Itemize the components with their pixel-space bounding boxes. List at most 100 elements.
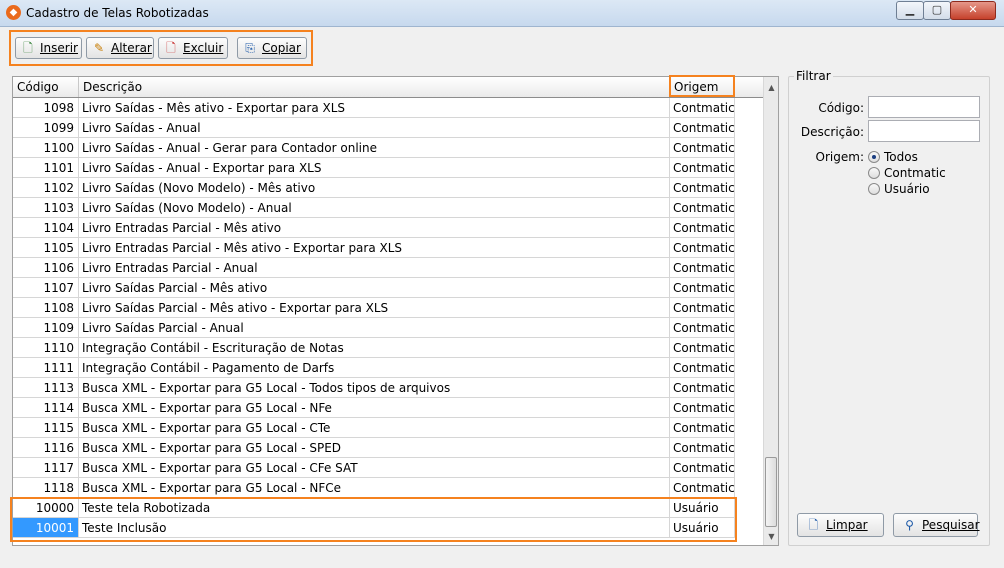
cell-code: 1113: [13, 378, 79, 397]
scrollbar-thumb[interactable]: [765, 457, 777, 527]
table-row[interactable]: 1109 Livro Saídas Parcial - Anual Contmati…: [13, 318, 735, 338]
cell-code: 1108: [13, 298, 79, 317]
origin-option-todos-label[interactable]: Todos: [884, 150, 918, 164]
table-row[interactable]: 1118 Busca XML - Exportar para G5 Local -…: [13, 478, 735, 498]
cell-origin: Contmatic: [670, 458, 735, 477]
edit-button-label: Alterar: [111, 41, 152, 55]
edit-button[interactable]: ✎ Alterar: [86, 37, 154, 59]
cell-code: 1110: [13, 338, 79, 357]
cell-description: Livro Saídas - Mês ativo - Exportar para…: [79, 98, 670, 117]
cell-code: 1102: [13, 178, 79, 197]
cell-description: Livro Saídas Parcial - Mês ativo - Expor…: [79, 298, 670, 317]
cell-origin: Contmatic: [670, 98, 735, 117]
cell-origin: Contmatic: [670, 118, 735, 137]
table-row[interactable]: 1103 Livro Saídas (Novo Modelo) - Anual Co…: [13, 198, 735, 218]
table-row[interactable]: 1100 Livro Saídas - Anual - Gerar para Co…: [13, 138, 735, 158]
table-row[interactable]: 1104 Livro Entradas Parcial - Mês ativo Co…: [13, 218, 735, 238]
eraser-icon: 🗋: [808, 518, 819, 532]
cell-origin: Contmatic: [670, 218, 735, 237]
cell-description: Busca XML - Exportar para G5 Local - CFe…: [79, 458, 670, 477]
cell-origin: Contmatic: [670, 318, 735, 337]
table-row[interactable]: 1114 Busca XML - Exportar para G5 Local -…: [13, 398, 735, 418]
cell-origin: Contmatic: [670, 398, 735, 417]
cell-origin: Contmatic: [670, 198, 735, 217]
cell-origin: Contmatic: [670, 278, 735, 297]
cell-description: Livro Saídas - Anual - Gerar para Contad…: [79, 138, 670, 157]
cell-origin: Contmatic: [670, 158, 735, 177]
cell-description: Integração Contábil - Escrituração de No…: [79, 338, 670, 357]
document-copy-icon: ⎘: [245, 41, 255, 55]
table-row[interactable]: 1117 Busca XML - Exportar para G5 Local -…: [13, 458, 735, 478]
table-row[interactable]: 1111 Integração Contábil - Pagamento de D…: [13, 358, 735, 378]
clear-button[interactable]: 🗋 Limpar: [797, 513, 884, 537]
title-bar: ◆ Cadastro de Telas Robotizadas ▁ ▢ ✕: [0, 0, 1004, 27]
copy-button[interactable]: ⎘ Copiar: [237, 37, 307, 59]
close-button[interactable]: ✕: [950, 1, 996, 20]
document-add-icon: 🗋: [23, 41, 33, 55]
table-row[interactable]: 1105 Livro Entradas Parcial - Mês ativo -…: [13, 238, 735, 258]
cell-description: Busca XML - Exportar para G5 Local - NFC…: [79, 478, 670, 497]
table-row[interactable]: 1102 Livro Saídas (Novo Modelo) - Mês ati…: [13, 178, 735, 198]
table-row[interactable]: 1106 Livro Entradas Parcial - Anual Contma…: [13, 258, 735, 278]
table-row[interactable]: 1099 Livro Saídas - Anual Contmatic: [13, 118, 735, 138]
table-row[interactable]: 1116 Busca XML - Exportar para G5 Local -…: [13, 438, 735, 458]
cell-origin: Contmatic: [670, 438, 735, 457]
cell-origin: Contmatic: [670, 338, 735, 357]
copy-button-label: Copiar: [262, 41, 301, 55]
cell-code: 1098: [13, 98, 79, 117]
insert-button[interactable]: 🗋 Inserir: [15, 37, 82, 59]
code-filter-input[interactable]: [868, 96, 980, 118]
window-title: Cadastro de Telas Robotizadas: [26, 6, 209, 20]
cell-code: 1099: [13, 118, 79, 137]
origin-option-contmatic-label[interactable]: Contmatic: [884, 166, 946, 180]
cell-origin: Contmatic: [670, 298, 735, 317]
table-row[interactable]: 1115 Busca XML - Exportar para G5 Local -…: [13, 418, 735, 438]
cell-code: 1115: [13, 418, 79, 437]
scroll-up-arrow-icon[interactable]: ▲: [764, 79, 778, 96]
origin-option-usuario-label[interactable]: Usuário: [884, 182, 930, 196]
minimize-button[interactable]: ▁: [896, 1, 924, 20]
cell-origin: Contmatic: [670, 138, 735, 157]
cell-code: 1109: [13, 318, 79, 337]
maximize-button[interactable]: ▢: [923, 1, 951, 20]
table-row[interactable]: 1113 Busca XML - Exportar para G5 Local -…: [13, 378, 735, 398]
table-row[interactable]: 1101 Livro Saídas - Anual - Exportar para…: [13, 158, 735, 178]
cell-description: Livro Saídas Parcial - Mês ativo: [79, 278, 670, 297]
column-header-code[interactable]: Código: [13, 77, 79, 97]
description-filter-input[interactable]: [868, 120, 980, 142]
cell-origin: Contmatic: [670, 478, 735, 497]
cell-code: 1114: [13, 398, 79, 417]
origin-radio-todos[interactable]: [868, 151, 880, 163]
origin-radio-usuario[interactable]: [868, 183, 880, 195]
delete-button[interactable]: 🗋 Excluir: [158, 37, 228, 59]
origin-radio-contmatic[interactable]: [868, 167, 880, 179]
cell-origin: Contmatic: [670, 358, 735, 377]
vertical-scrollbar[interactable]: ▲ ▼: [763, 77, 778, 545]
cell-description: Livro Entradas Parcial - Anual: [79, 258, 670, 277]
cell-description: Busca XML - Exportar para G5 Local - Tod…: [79, 378, 670, 397]
cell-origin: Contmatic: [670, 378, 735, 397]
user-rows-highlight: [10, 497, 737, 542]
column-header-description[interactable]: Descrição: [79, 77, 670, 97]
cell-description: Livro Saídas (Novo Modelo) - Anual: [79, 198, 670, 217]
cell-code: 1111: [13, 358, 79, 377]
table-row[interactable]: 1108 Livro Saídas Parcial - Mês ativo - E…: [13, 298, 735, 318]
cell-code: 1117: [13, 458, 79, 477]
cell-description: Busca XML - Exportar para G5 Local - SPE…: [79, 438, 670, 457]
cell-code: 1103: [13, 198, 79, 217]
table-row[interactable]: 1107 Livro Saídas Parcial - Mês ativo Cont…: [13, 278, 735, 298]
table-row[interactable]: 1098 Livro Saídas - Mês ativo - Exportar …: [13, 98, 735, 118]
screens-table[interactable]: Código Descrição Origem 1098 Livro Saídas…: [12, 76, 779, 546]
cell-code: 1100: [13, 138, 79, 157]
origin-filter-label: Origem:: [815, 150, 864, 164]
cell-description: Livro Entradas Parcial - Mês ativo - Exp…: [79, 238, 670, 257]
cell-description: Livro Saídas Parcial - Anual: [79, 318, 670, 337]
document-edit-icon: ✎: [93, 41, 105, 55]
cell-description: Livro Saídas (Novo Modelo) - Mês ativo: [79, 178, 670, 197]
clear-button-label: Limpar: [826, 518, 868, 532]
search-button[interactable]: ⚲ Pesquisar: [893, 513, 980, 537]
cell-description: Livro Saídas - Anual: [79, 118, 670, 137]
scroll-down-arrow-icon[interactable]: ▼: [764, 528, 778, 545]
cell-origin: Contmatic: [670, 258, 735, 277]
table-row[interactable]: 1110 Integração Contábil - Escrituração d…: [13, 338, 735, 358]
